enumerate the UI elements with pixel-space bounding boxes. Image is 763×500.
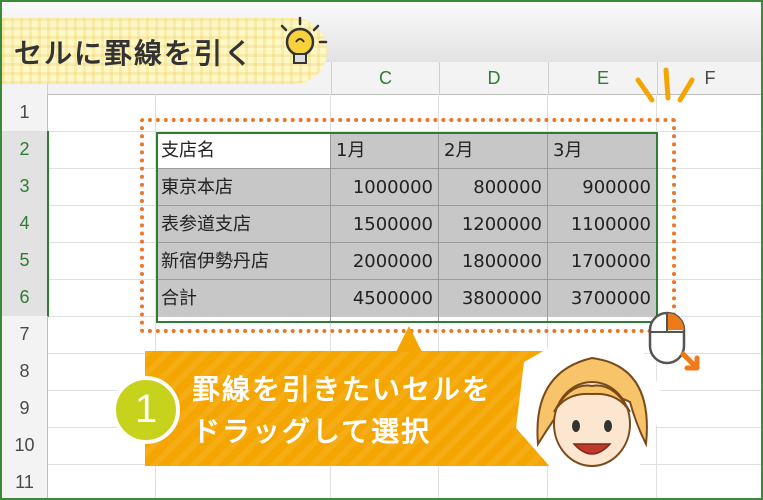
row-header-11[interactable]: 11 [2, 464, 48, 498]
lightbulb-icon [280, 16, 328, 64]
row-header-9[interactable]: 9 [2, 390, 48, 428]
instruction-line-1: 罫線を引きたいセルを [192, 373, 493, 406]
character-illustration [516, 336, 666, 478]
row-header-3[interactable]: 3 [2, 168, 49, 206]
instruction-line-2: ドラッグして選択 [192, 415, 432, 448]
row-header-10[interactable]: 10 [2, 427, 48, 465]
row-header-6[interactable]: 6 [2, 279, 49, 317]
row-header-8[interactable]: 8 [2, 353, 48, 391]
row-header-5[interactable]: 5 [2, 242, 49, 280]
row-header-4[interactable]: 4 [2, 205, 49, 243]
page-title: セルに罫線を引く [14, 37, 255, 70]
step-number-badge: 1 [112, 376, 180, 444]
banner-pointer [396, 326, 422, 352]
spreadsheet-window: C D E F 1 2 3 4 5 6 7 8 9 10 11 支店名 1月 2… [0, 0, 763, 500]
column-header-d[interactable]: D [439, 62, 548, 94]
sparkle-icon [635, 67, 695, 103]
row-header-2[interactable]: 2 [2, 131, 49, 169]
row-header-1[interactable]: 1 [2, 94, 48, 132]
row-header-7[interactable]: 7 [2, 316, 48, 354]
highlight-dotted-frame [140, 118, 676, 333]
column-header-c[interactable]: C [331, 62, 439, 94]
